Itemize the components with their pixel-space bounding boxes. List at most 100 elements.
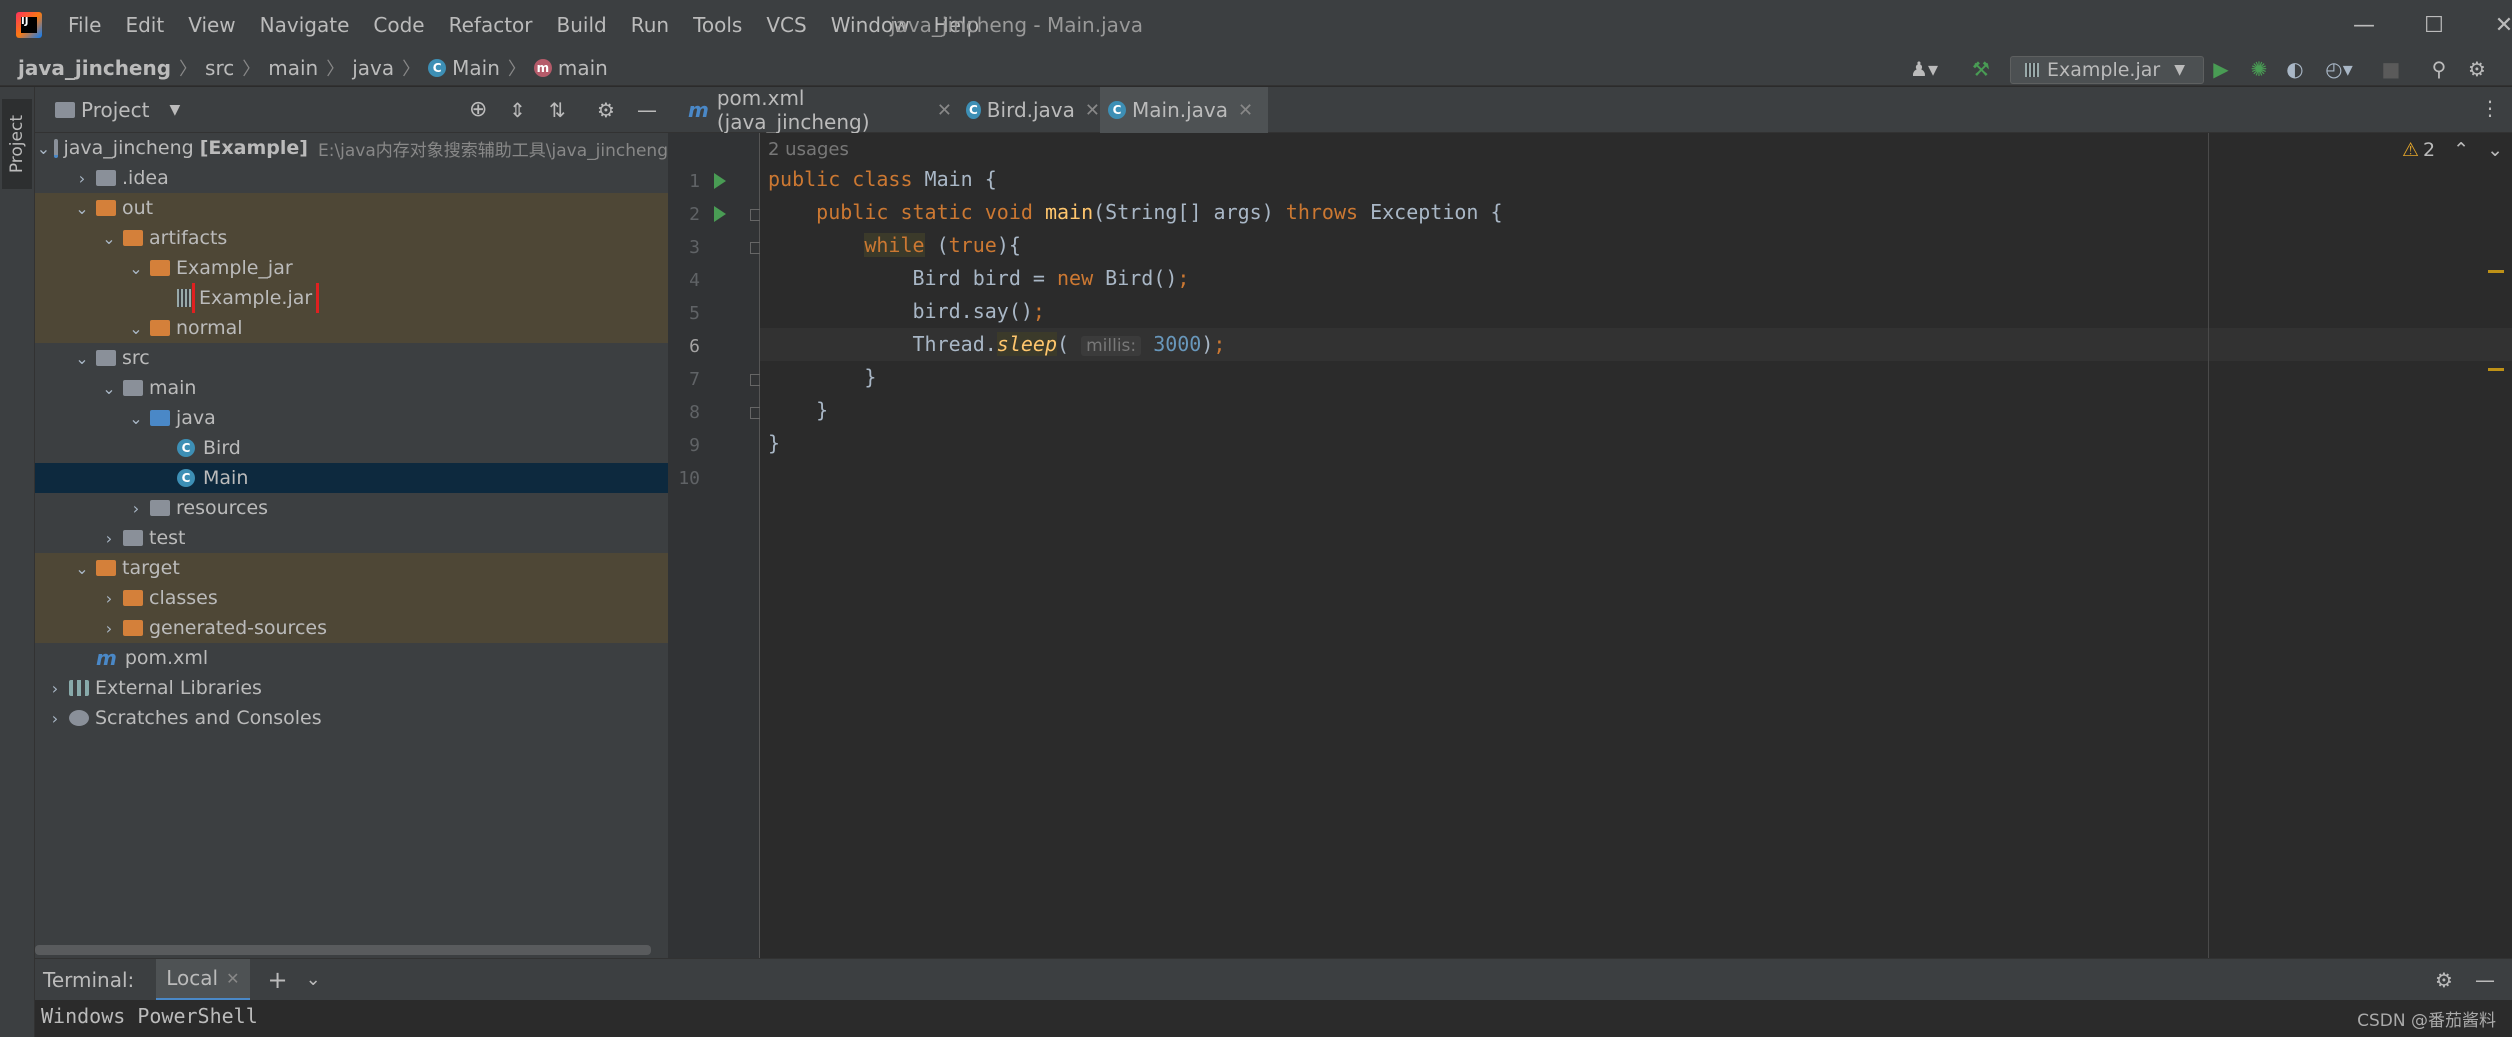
expanded-chevron-icon[interactable]: ⌄ (99, 229, 119, 248)
horizontal-scrollbar[interactable] (35, 945, 651, 955)
collapse-all-icon[interactable]: ⇅ (549, 98, 566, 122)
tree-node[interactable]: ⌄ artifacts (35, 223, 668, 253)
expanded-chevron-icon[interactable]: ⌄ (99, 379, 119, 398)
run-config-select[interactable]: Example.jar ▼ (2010, 56, 2204, 84)
collapsed-chevron-icon[interactable]: › (45, 679, 65, 698)
tree-node[interactable]: ⌄ target (35, 553, 668, 583)
menu-file[interactable]: File (68, 13, 101, 37)
tree-node[interactable]: Example.jar (35, 283, 668, 313)
tree-node[interactable]: ⌄ normal (35, 313, 668, 343)
expanded-chevron-icon[interactable]: ⌄ (72, 349, 92, 368)
user-icon[interactable]: ♟▾ (1904, 56, 1944, 82)
close-icon[interactable]: ✕ (1085, 100, 1100, 121)
search-icon[interactable]: ⚲ (2424, 56, 2454, 82)
collapsed-chevron-icon[interactable]: › (99, 619, 119, 638)
profile-icon[interactable]: ◴▾ (2316, 56, 2362, 82)
usages-hint[interactable]: 2 usages (768, 139, 849, 160)
editor-tab[interactable]: C Main.java ✕ (1100, 87, 1268, 137)
inspection-widget[interactable]: ⚠ 2 ⌃ ⌄ (2402, 139, 2503, 161)
stop-icon[interactable]: ■ (2376, 56, 2406, 82)
tree-node[interactable]: ⌄ src (35, 343, 668, 373)
editor-tab[interactable]: m pom.xml (java_jincheng) ✕ (676, 86, 952, 134)
expanded-chevron-icon[interactable]: ⌄ (126, 259, 146, 278)
breadcrumb-item[interactable]: m main (533, 56, 608, 80)
tree-node[interactable]: ⌄ out (35, 193, 668, 223)
tree-node[interactable]: C Bird (35, 433, 668, 463)
tree-node[interactable]: › .idea (35, 163, 668, 193)
close-icon[interactable]: ✕ (226, 969, 239, 988)
locate-target-icon[interactable]: ⊕ (469, 97, 487, 122)
build-hammer-icon[interactable]: ⚒ (1966, 56, 1996, 82)
settings-gear-icon[interactable]: ⚙ (597, 98, 615, 122)
menu-vcs[interactable]: VCS (766, 13, 806, 37)
tree-node[interactable]: › test (35, 523, 668, 553)
chevron-down-icon[interactable]: ⌄ (306, 969, 321, 990)
project-tool-button[interactable]: Project (2, 99, 32, 189)
breadcrumb-item[interactable]: java (352, 56, 394, 80)
menu-refactor[interactable]: Refactor (449, 13, 533, 37)
add-terminal-icon[interactable]: + (268, 966, 288, 994)
run-gutter-icon[interactable] (714, 206, 726, 222)
close-icon[interactable]: ✕ (937, 100, 952, 121)
tree-node[interactable]: ⌄ Example_jar (35, 253, 668, 283)
collapsed-chevron-icon[interactable]: › (45, 709, 65, 728)
tree-node-label: Main (203, 467, 249, 489)
warning-stripe-mark[interactable] (2488, 270, 2504, 273)
expanded-chevron-icon[interactable]: ⌄ (72, 559, 92, 578)
collapsed-chevron-icon[interactable]: › (99, 529, 119, 548)
tree-node[interactable]: ⌄ java (35, 403, 668, 433)
run-gutter-icon[interactable] (714, 173, 726, 189)
tree-node[interactable]: C Main (35, 463, 668, 493)
hide-panel-icon[interactable]: — (2475, 968, 2495, 992)
more-options-icon[interactable]: ⋮ (2480, 96, 2500, 122)
menu-view[interactable]: View (188, 13, 235, 37)
editor-tab[interactable]: C Bird.java ✕ (958, 87, 1100, 133)
previous-highlight-icon[interactable]: ⌃ (2453, 139, 2469, 161)
tree-node-label: Bird (203, 437, 241, 459)
tree-node[interactable]: › classes (35, 583, 668, 613)
tree-node[interactable]: › Scratches and Consoles (35, 703, 668, 733)
class-icon: C (177, 439, 195, 457)
close-button[interactable]: ✕ (2474, 0, 2512, 50)
breadcrumb-item[interactable]: C Main (428, 56, 500, 80)
code-editor[interactable]: 2 usages public class Main { public stat… (760, 133, 2512, 958)
expanded-chevron-icon[interactable]: ⌄ (126, 409, 146, 428)
maximize-button[interactable]: ☐ (2404, 0, 2464, 50)
tree-node[interactable]: › resources (35, 493, 668, 523)
menu-edit[interactable]: Edit (125, 13, 164, 37)
menu-code[interactable]: Code (373, 13, 424, 37)
run-icon[interactable]: ▶ (2206, 56, 2236, 82)
minimize-button[interactable]: — (2334, 0, 2394, 50)
breadcrumb-item[interactable]: java_jincheng (18, 56, 171, 80)
coverage-icon[interactable]: ◐ (2280, 56, 2310, 82)
debug-icon[interactable]: ✺ (2244, 56, 2274, 82)
menu-tools[interactable]: Tools (693, 13, 742, 37)
terminal-tab-local[interactable]: Local ✕ (156, 958, 250, 1001)
expanded-chevron-icon[interactable]: ⌄ (37, 139, 50, 158)
close-icon[interactable]: ✕ (1238, 100, 1253, 121)
expand-all-icon[interactable]: ⇕ (509, 98, 526, 122)
collapsed-chevron-icon[interactable]: › (126, 499, 146, 518)
settings-gear-icon[interactable]: ⚙ (2435, 968, 2453, 992)
breadcrumb-item[interactable]: src (205, 56, 234, 80)
menu-run[interactable]: Run (631, 13, 669, 37)
tree-node[interactable]: › External Libraries (35, 673, 668, 703)
collapsed-chevron-icon[interactable]: › (99, 589, 119, 608)
chevron-down-icon[interactable]: ▼ (169, 102, 180, 118)
next-highlight-icon[interactable]: ⌄ (2487, 139, 2503, 161)
tree-node[interactable]: › generated-sources (35, 613, 668, 643)
project-panel-title[interactable]: Project (81, 98, 149, 122)
hide-panel-icon[interactable]: — (637, 98, 657, 122)
menu-navigate[interactable]: Navigate (260, 13, 350, 37)
tree-node[interactable]: ⌄ main (35, 373, 668, 403)
tree-node[interactable]: ⌄ java_jincheng [Example] E:\java内存对象搜索辅助工… (35, 133, 668, 163)
expanded-chevron-icon[interactable]: ⌄ (72, 199, 92, 218)
warning-stripe-mark[interactable] (2488, 368, 2504, 371)
collapsed-chevron-icon[interactable]: › (72, 169, 92, 188)
breadcrumb-item[interactable]: main (268, 56, 318, 80)
tree-node[interactable]: m pom.xml (35, 643, 668, 673)
settings-gear-icon[interactable]: ⚙ (2462, 56, 2492, 82)
expanded-chevron-icon[interactable]: ⌄ (126, 319, 146, 338)
menu-build[interactable]: Build (557, 13, 607, 37)
terminal-output[interactable]: Windows PowerShell CSDN @番茄酱料 (35, 1000, 2512, 1037)
